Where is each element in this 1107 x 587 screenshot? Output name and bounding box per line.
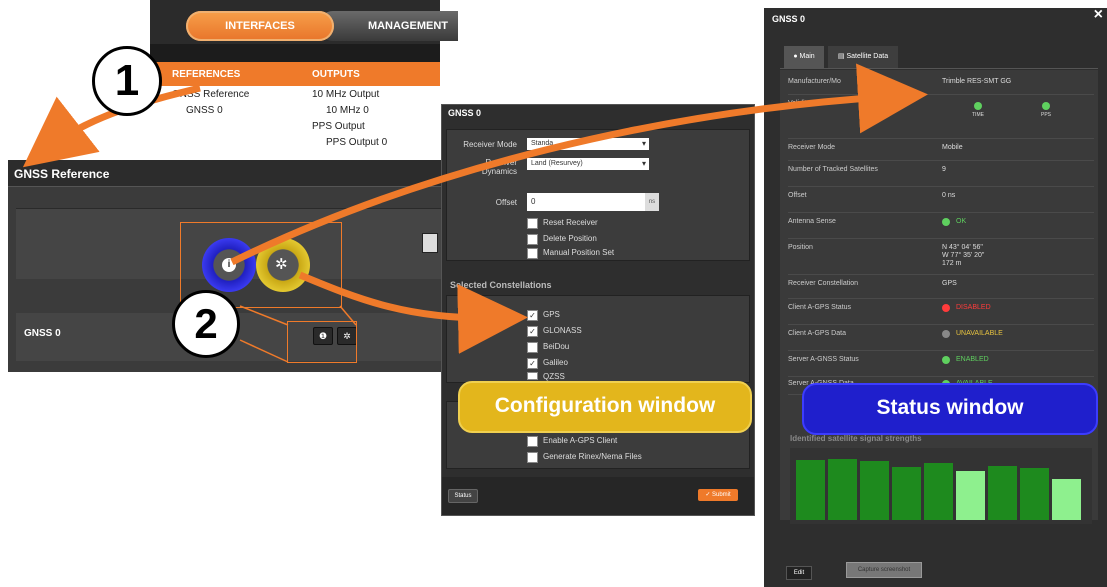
annotation-arrows xyxy=(22,63,928,354)
arrow-to-status-window xyxy=(230,63,928,266)
arrow-to-configuration-window xyxy=(298,271,528,354)
callout-step-one: 1 xyxy=(92,46,162,116)
callout-step-two: 2 xyxy=(172,290,240,358)
